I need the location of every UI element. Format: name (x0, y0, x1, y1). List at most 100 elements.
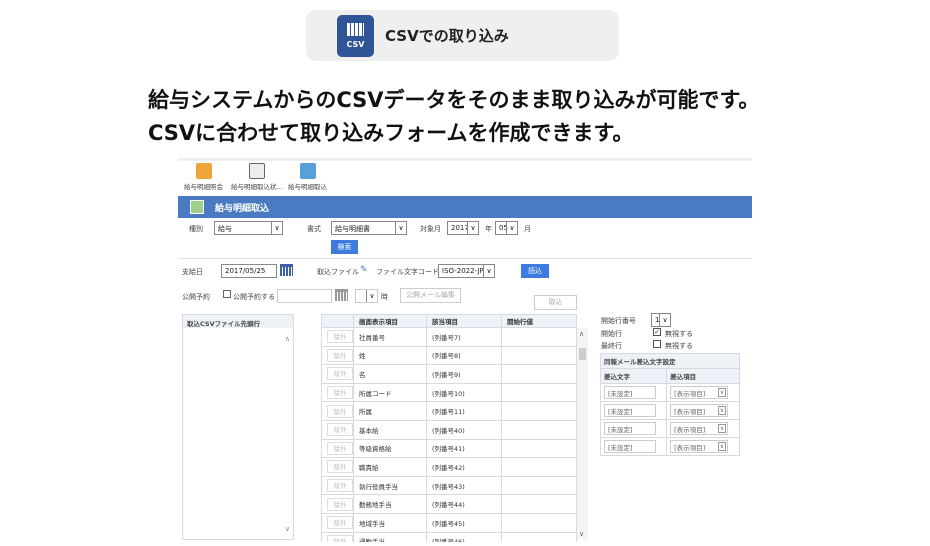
display-item: 社員番号 (353, 327, 427, 347)
exclude-button[interactable]: 除外 (327, 423, 353, 437)
exclude-cell: 除外 (321, 364, 354, 384)
field-item[interactable]: (列番号45) (426, 512, 502, 533)
exclude-button[interactable]: 除外 (327, 441, 353, 455)
replace-item-select[interactable]: [表示項目] ∨ (670, 386, 729, 399)
exclude-button[interactable]: 除外 (327, 460, 353, 474)
end-ignore-checkbox[interactable] (653, 340, 661, 348)
replace-char-input[interactable]: [未設定] (604, 440, 656, 453)
display-item: 姓 (353, 345, 427, 366)
start-value[interactable] (501, 494, 577, 514)
start-value[interactable] (501, 512, 577, 533)
import-button[interactable]: 取込 (534, 295, 577, 310)
encoding-select[interactable]: ISO-2022-JP ∨ (438, 264, 495, 278)
month-unit: 月 (524, 225, 531, 233)
chevron-down-icon: ∨ (717, 406, 727, 415)
field-item[interactable]: (列番号8) (426, 345, 502, 366)
scroll-down-icon[interactable]: ∨ (579, 530, 584, 538)
publish-date-input[interactable] (277, 289, 332, 303)
start-value[interactable] (501, 382, 577, 403)
scroll-up-icon[interactable]: ∧ (579, 330, 584, 338)
hour-unit: 時 (381, 293, 388, 301)
toolbar-import-status[interactable]: 給与明細取込状… (231, 163, 283, 191)
replace-char-input[interactable]: [未設定] (604, 422, 656, 435)
page-title: 給与明細取込 (215, 204, 270, 214)
replace-char-input[interactable]: [未設定] (604, 404, 656, 417)
exclude-button[interactable]: 除外 (327, 534, 353, 542)
end-ignore-label: 無視する (665, 342, 693, 350)
chevron-down-icon: ∨ (395, 222, 406, 234)
app-screenshot: 給与明細照会 給与明細取込状… 給与明細取込 給与明細取込 種別 給与 ∨ 書式 … (178, 158, 752, 546)
table-row: 除外 基本給 (列番号40) (321, 419, 577, 440)
replace-char-cell: [未設定] (599, 437, 668, 456)
scroll-down-icon[interactable]: ∨ (285, 525, 290, 533)
payslip-view-icon (195, 163, 212, 179)
headline-1: 給与システムからのCSVデータをそのまま取り込みが可能です。 (148, 88, 760, 112)
replace-title: 同報メール差込文字設定 (600, 353, 740, 369)
attach-file-icon[interactable]: ✎ (360, 265, 368, 275)
replace-item-select[interactable]: [表示項目] ∨ (670, 422, 729, 435)
toolbar-payslip-view[interactable]: 給与明細照会 (184, 163, 223, 191)
scrollbar[interactable]: ∧ ∨ (577, 328, 588, 540)
publish-mail-edit-button[interactable]: 公開メール編集 (400, 288, 461, 303)
type-label: 種別 (189, 225, 203, 233)
exclude-button[interactable]: 除外 (327, 330, 353, 344)
field-item[interactable]: (列番号46) (426, 531, 502, 542)
exclude-button[interactable]: 除外 (327, 516, 353, 530)
end-row-label: 最終行 (601, 342, 622, 350)
month-select[interactable]: 05 ∨ (495, 221, 518, 235)
start-value[interactable] (501, 531, 577, 542)
csv-preview-panel[interactable]: 取込CSVファイル先頭行 ∧ ∨ (182, 314, 294, 540)
hour-select[interactable]: ∨ (355, 289, 378, 303)
publish-checkbox[interactable] (223, 290, 231, 298)
exclude-button[interactable]: 除外 (327, 348, 353, 362)
scroll-up-icon[interactable]: ∧ (285, 335, 290, 343)
field-item[interactable]: (列番号42) (426, 457, 502, 477)
exclude-button[interactable]: 除外 (327, 367, 353, 381)
year-select[interactable]: 2017 ∨ (447, 221, 479, 235)
table-row: 除外 等級資格給 (列番号41) (321, 438, 577, 459)
scrollbar-thumb[interactable] (579, 348, 586, 360)
start-ignore-checkbox[interactable]: ✓ (653, 328, 661, 336)
replace-item-select[interactable]: [表示項目] ∨ (670, 440, 729, 453)
start-value[interactable] (501, 475, 577, 496)
field-item[interactable]: (列番号10) (426, 382, 502, 403)
field-item[interactable]: (列番号41) (426, 438, 502, 459)
exclude-button[interactable]: 除外 (327, 497, 353, 511)
start-value[interactable] (501, 327, 577, 347)
chevron-down-icon: ∨ (271, 222, 282, 234)
type-select[interactable]: 給与 ∨ (214, 221, 283, 235)
display-item: 所属コード (353, 382, 427, 403)
start-value[interactable] (501, 419, 577, 440)
field-item[interactable]: (列番号7) (426, 327, 502, 347)
calendar-icon[interactable] (335, 289, 348, 301)
calendar-icon[interactable] (280, 264, 293, 276)
display-item: 勤務地手当 (353, 494, 427, 514)
exclude-button[interactable]: 除外 (327, 386, 353, 400)
start-value[interactable] (501, 364, 577, 384)
table-row: 除外通勤手当(列番号46) (321, 531, 577, 542)
toolbar-csv-import[interactable]: 給与明細取込 (288, 163, 327, 191)
exclude-button[interactable]: 除外 (327, 404, 353, 418)
format-select[interactable]: 給与明細書 ∨ (331, 221, 407, 235)
read-button[interactable]: 読込 (521, 264, 549, 278)
display-item: 職責給 (353, 457, 427, 477)
search-button[interactable]: 検索 (331, 240, 358, 254)
start-row-no-select[interactable]: 1 ∨ (651, 313, 671, 327)
replace-item-select[interactable]: [表示項目] ∨ (670, 404, 729, 417)
start-value[interactable] (501, 401, 577, 421)
start-value[interactable] (501, 345, 577, 366)
start-value[interactable] (501, 457, 577, 477)
display-item: 通勤手当 (353, 531, 427, 542)
display-item: 地域手当 (353, 512, 427, 533)
field-item[interactable]: (列番号9) (426, 364, 502, 384)
exclude-button[interactable]: 除外 (327, 479, 353, 493)
replace-char-input[interactable]: [未設定] (604, 386, 656, 399)
field-item[interactable]: (列番号43) (426, 475, 502, 496)
start-value[interactable] (501, 438, 577, 459)
field-item[interactable]: (列番号11) (426, 401, 502, 421)
field-item[interactable]: (列番号44) (426, 494, 502, 514)
csv-preview-title: 取込CSVファイル先頭行 (183, 315, 293, 328)
pay-date-input[interactable]: 2017/05/25 (221, 264, 277, 278)
field-item[interactable]: (列番号40) (426, 419, 502, 440)
display-item: 名 (353, 364, 427, 384)
